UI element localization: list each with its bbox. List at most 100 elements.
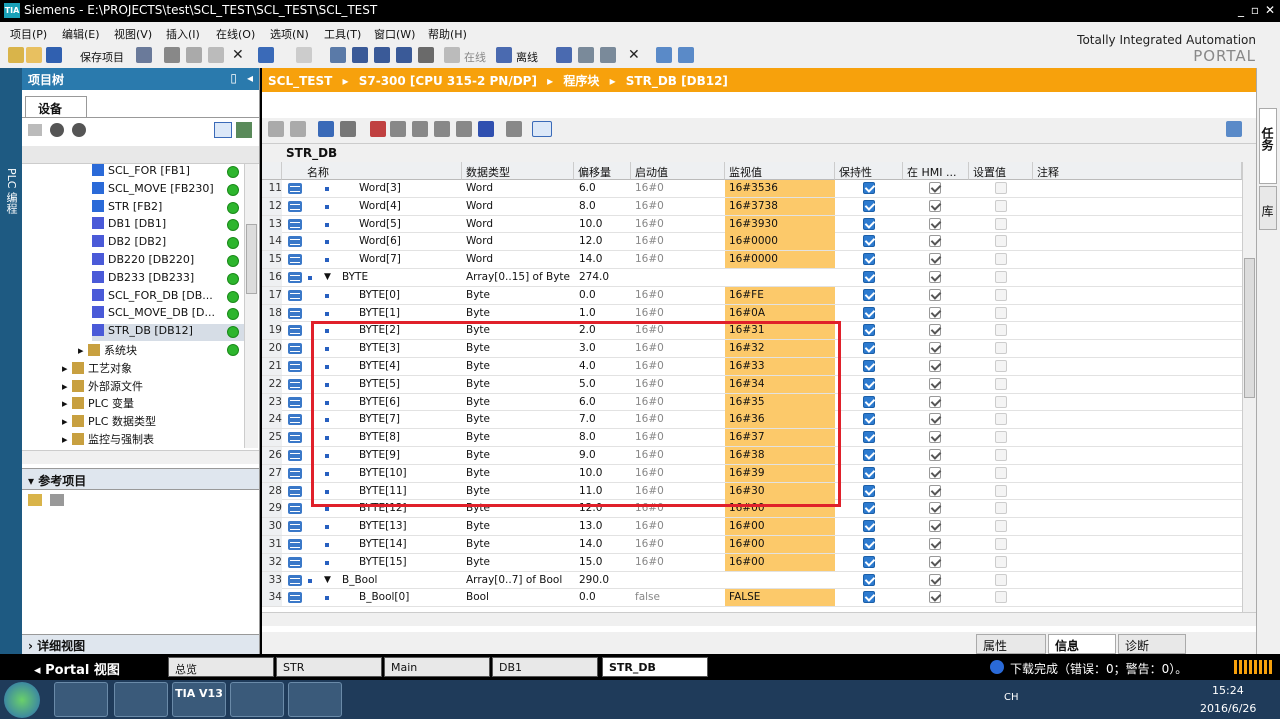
retain-checkbox[interactable] [863,324,875,337]
tab-diagnostics[interactable]: 诊断 [1118,634,1186,654]
restore-button[interactable]: ▫ [1248,2,1262,18]
hmi-visible-checkbox[interactable] [929,520,941,533]
cell-start-value[interactable]: 16#0 [635,413,664,425]
cell-name[interactable]: BYTE[8] [359,431,400,443]
cell-start-value[interactable]: 16#0 [635,556,664,568]
copy-snapshot-icon[interactable] [390,121,406,137]
cell-datatype[interactable]: Array[0..7] of Bool [466,574,562,586]
table-row[interactable]: 33 ▼ B_Bool Array[0..7] of Bool 290.0 [262,571,1242,590]
retain-checkbox[interactable] [863,520,875,533]
tree-item[interactable]: SCL_FOR_DB [DB... [92,288,213,306]
cell-start-value[interactable]: 16#0 [635,467,664,479]
retain-checkbox[interactable] [863,555,875,568]
menu-edit[interactable]: 编辑(E) [62,26,100,42]
expand-all-rows-icon[interactable] [478,121,494,137]
hmi-visible-checkbox[interactable] [929,199,941,212]
split-horizontal-icon[interactable] [656,47,672,63]
start-cpu-icon[interactable] [418,47,434,63]
cell-start-value[interactable]: 16#0 [635,520,664,532]
setpoint-checkbox[interactable] [995,360,1007,372]
cell-start-value[interactable]: 16#0 [635,431,664,443]
cell-datatype[interactable]: Word [466,182,493,194]
table-row[interactable]: 17 BYTE[0] Byte 0.0 16#0 16#FE [262,286,1242,305]
cell-start-value[interactable]: 16#0 [635,396,664,408]
setpoint-checkbox[interactable] [995,235,1007,248]
save-project-button[interactable]: 保存项目 [80,49,124,65]
hmi-visible-checkbox[interactable] [929,342,941,355]
cell-name[interactable]: BYTE[1] [359,307,400,319]
cell-start-value[interactable]: 16#0 [635,378,664,390]
retain-checkbox[interactable] [863,466,875,479]
setpoint-checkbox[interactable] [995,271,1007,283]
table-row[interactable]: 32 BYTE[15] Byte 15.0 16#0 16#00 [262,553,1242,572]
cell-name[interactable]: BYTE[14] [359,538,407,550]
taskbar-tab-str-db[interactable]: STR_DB [602,657,708,677]
hmi-visible-checkbox[interactable] [929,395,941,408]
reference-projects-header[interactable]: ▾ 参考项目 [22,468,259,490]
close-button[interactable]: ✕ [1263,2,1277,18]
col-header-visible-hmi[interactable]: 在 HMI ... [903,162,969,180]
hmi-visible-checkbox[interactable] [929,306,941,319]
setpoint-checkbox[interactable] [995,449,1007,461]
go-offline-icon[interactable] [496,47,512,63]
cell-start-value[interactable]: 16#0 [635,360,664,372]
menu-project[interactable]: 项目(P) [10,26,47,42]
cell-datatype[interactable]: Byte [466,556,490,568]
libraries-tab[interactable]: 库 [1259,186,1277,230]
new-project-icon[interactable] [8,47,24,63]
hmi-visible-checkbox[interactable] [929,449,941,461]
go-online-button[interactable]: 在线 [464,49,486,65]
cell-name[interactable]: B_Bool[0] [359,591,409,603]
cell-name[interactable]: BYTE[6] [359,396,400,408]
back-icon[interactable] [50,123,64,137]
hmi-visible-checkbox[interactable] [929,271,941,283]
collapse-icon[interactable]: ▼ [324,272,331,282]
hmi-visible-checkbox[interactable] [929,182,941,194]
portal-view-button[interactable]: ◂ Portal 视图 [34,659,120,678]
retain-checkbox[interactable] [863,271,875,283]
go-online-icon[interactable] [444,47,460,63]
clock-time[interactable]: 15:24 [1212,684,1244,697]
tree-item[interactable]: ▸ PLC 数据类型 [62,413,156,430]
hmi-visible-checkbox[interactable] [929,360,941,372]
cell-datatype[interactable]: Byte [466,485,490,497]
tree-scroll-thumb[interactable] [246,224,257,294]
menu-window[interactable]: 窗口(W) [374,26,415,42]
retain-checkbox[interactable] [863,502,875,515]
expand-arrow-icon[interactable]: ▸ [62,362,72,375]
expand-arrow-icon[interactable]: ▸ [62,397,72,410]
cell-start-value[interactable]: 16#0 [635,307,664,319]
delete-icon[interactable]: ✕ [232,47,248,63]
cell-name[interactable]: Word[7] [359,253,401,265]
taskbar-tab-str[interactable]: STR [276,657,382,677]
hmi-visible-checkbox[interactable] [929,555,941,568]
retain-checkbox[interactable] [863,395,875,408]
retain-checkbox[interactable] [863,538,875,550]
col-header-offset[interactable]: 偏移量 [574,162,631,180]
tree-item[interactable]: ▸ PLC 变量 [62,395,134,412]
cell-name[interactable]: Word[4] [359,200,401,212]
hmi-visible-checkbox[interactable] [929,573,941,586]
cell-name[interactable]: BYTE[2] [359,324,400,336]
cell-start-value[interactable]: 16#0 [635,449,664,461]
breadcrumb-block[interactable]: STR_DB [DB12] [626,74,728,88]
col-header-datatype[interactable]: 数据类型 [462,162,574,180]
col-header-monitor-value[interactable]: 监视值 [725,162,835,180]
expand-arrow-icon[interactable]: ▸ [62,380,72,393]
cell-name[interactable]: BYTE[0] [359,289,400,301]
tree-item[interactable]: DB233 [DB233] [92,270,194,288]
table-row[interactable]: 14 Word[6] Word 12.0 16#0 16#0000 [262,233,1242,252]
table-row[interactable]: 29 BYTE[12] Byte 12.0 16#0 16#00 [262,500,1242,519]
save-icon[interactable] [46,47,62,63]
setpoint-checkbox[interactable] [995,306,1007,319]
retain-checkbox[interactable] [863,431,875,444]
hmi-visible-checkbox[interactable] [929,502,941,515]
accessible-devices-icon[interactable] [556,47,572,63]
hmi-visible-checkbox[interactable] [929,538,941,550]
setpoint-checkbox[interactable] [995,466,1007,479]
cell-name[interactable]: BYTE[5] [359,378,400,390]
table-row[interactable]: 23 BYTE[6] Byte 6.0 16#0 16#35 [262,393,1242,412]
table-row[interactable]: 31 BYTE[14] Byte 14.0 16#0 16#00 [262,536,1242,554]
setpoint-checkbox[interactable] [995,413,1007,426]
setpoint-checkbox[interactable] [995,520,1007,533]
